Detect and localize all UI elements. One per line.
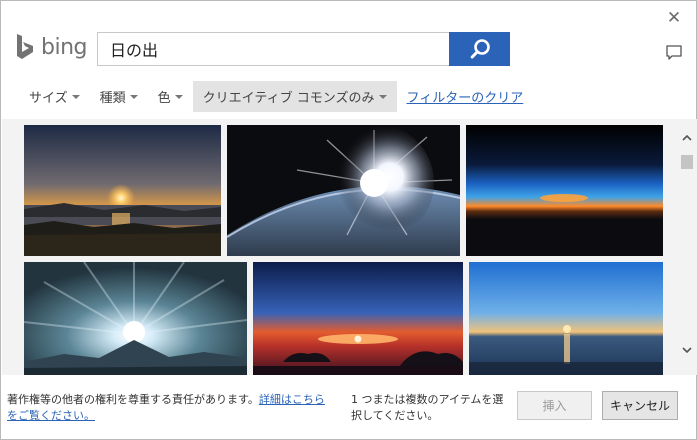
bing-logo-icon bbox=[17, 34, 33, 59]
cancel-button[interactable]: キャンセル bbox=[602, 391, 678, 420]
image-result[interactable] bbox=[227, 125, 460, 256]
results-scrollbar[interactable] bbox=[677, 119, 697, 375]
copyright-text: 著作権等の他者の権利を尊重する責任があります。 bbox=[7, 393, 259, 406]
image-result[interactable] bbox=[253, 262, 463, 375]
search-icon bbox=[470, 39, 490, 59]
search-input[interactable] bbox=[97, 32, 449, 66]
filter-type-label: 種類 bbox=[99, 91, 126, 106]
chevron-down-icon bbox=[129, 95, 138, 99]
image-result[interactable] bbox=[24, 125, 221, 256]
close-icon[interactable]: ✕ bbox=[663, 7, 685, 29]
insert-button[interactable]: 挿入 bbox=[517, 391, 592, 420]
search-button[interactable] bbox=[449, 32, 510, 66]
selection-status: 1 つまたは複数のアイテムを選択してください。 bbox=[351, 393, 504, 422]
filter-size-label: サイズ bbox=[29, 91, 68, 106]
image-result[interactable] bbox=[466, 125, 663, 256]
filter-creative-commons-label: クリエイティブ コモンズのみ bbox=[202, 91, 375, 106]
scrollbar-thumb[interactable] bbox=[681, 155, 693, 169]
feedback-icon[interactable] bbox=[663, 41, 685, 63]
chevron-down-icon bbox=[71, 95, 80, 99]
chevron-down-icon bbox=[378, 95, 387, 99]
filter-type[interactable]: 種類 bbox=[90, 81, 148, 112]
filter-color[interactable]: 色 bbox=[148, 81, 193, 112]
image-result[interactable] bbox=[24, 262, 247, 375]
chevron-down-icon[interactable] bbox=[681, 345, 693, 355]
image-result[interactable] bbox=[469, 262, 663, 375]
chevron-up-icon[interactable] bbox=[681, 133, 693, 143]
copyright-notice: 著作権等の他者の権利を尊重する責任があります。詳細はこちらをご覧ください。 bbox=[7, 392, 327, 424]
bing-wordmark: bing bbox=[41, 34, 88, 60]
filter-size[interactable]: サイズ bbox=[19, 81, 90, 112]
filter-bar: サイズ 種類 色 クリエイティブ コモンズのみ フィルターのクリア bbox=[19, 81, 523, 112]
filter-color-label: 色 bbox=[157, 91, 171, 106]
bing-logo: bing bbox=[15, 31, 88, 63]
image-search-dialog: ✕ bing サイズ 種類 色 クリエイティブ コモンズのみ bbox=[0, 0, 697, 440]
clear-filters-link[interactable]: フィルターのクリア bbox=[407, 87, 524, 106]
chevron-down-icon bbox=[174, 95, 183, 99]
image-results-grid bbox=[2, 119, 697, 375]
filter-creative-commons[interactable]: クリエイティブ コモンズのみ bbox=[192, 81, 397, 112]
